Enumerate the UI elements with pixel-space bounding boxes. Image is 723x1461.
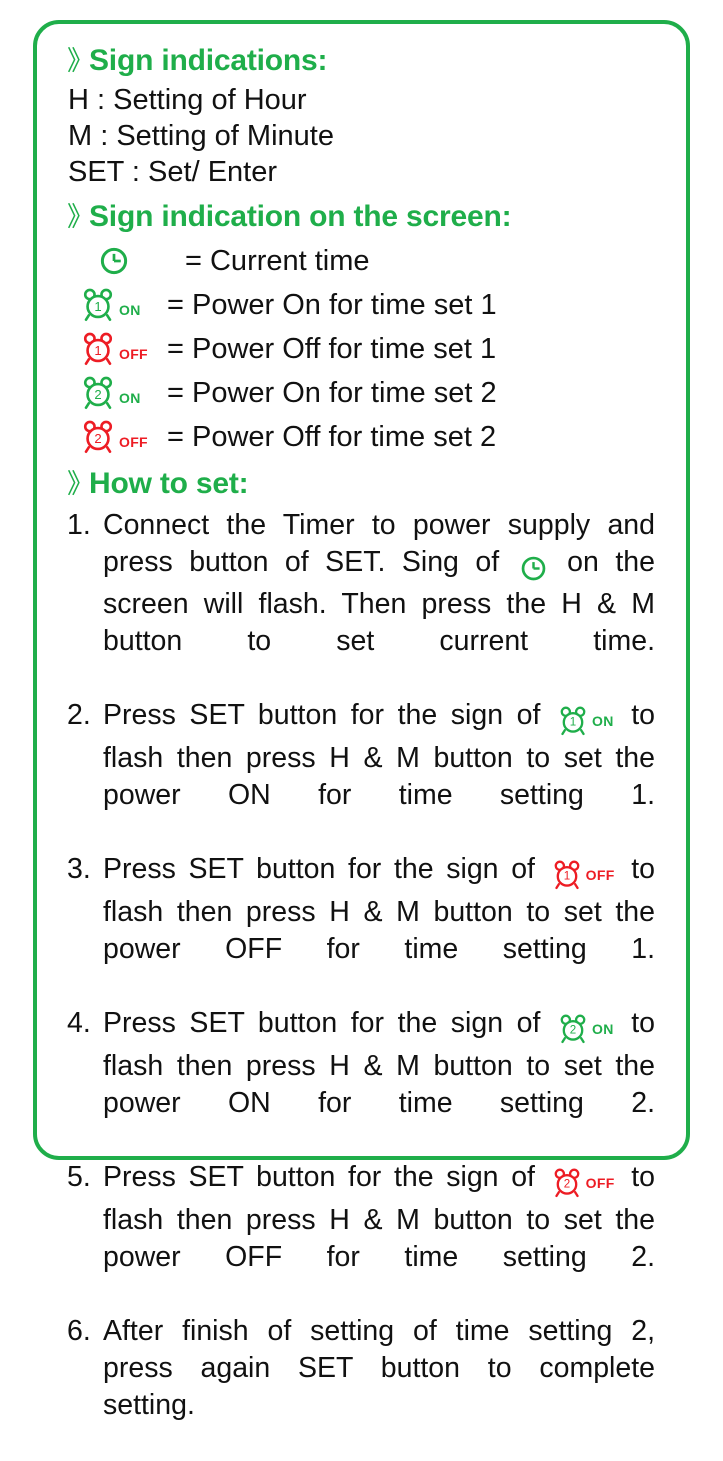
alarm-clock-icon: 2 (83, 376, 113, 409)
step-number: 5. (67, 1160, 91, 1193)
svg-text:2: 2 (563, 1179, 569, 1191)
step-item: 6. After finish of setting of time settin… (67, 1313, 655, 1461)
legend-symbol: 1 ON (81, 288, 167, 322)
power-state-badge: OFF (585, 866, 615, 883)
inline-symbol: 1 ON (558, 702, 614, 740)
alarm-clock-icon: 1 (83, 288, 113, 321)
svg-text:2: 2 (94, 431, 101, 446)
step-item: 1. Connect the Timer to power supply and … (67, 507, 655, 697)
legend-row: 2 ON = Power On for time set 2 (67, 371, 655, 415)
definition-line-set: SET : Set/ Enter (68, 156, 278, 188)
step-item: 5. Press SET button for the sign of 2 OFF … (67, 1159, 655, 1313)
clock-icon (521, 556, 545, 581)
inline-symbol: 1 OFF (552, 856, 615, 894)
definition-line-minute: M : Setting of Minute (68, 120, 334, 152)
legend-symbol (81, 246, 185, 276)
step-number: 3. (67, 852, 91, 885)
step-text: Press SET button for the sign of 1 OFF to… (103, 852, 656, 965)
power-state-badge: OFF (585, 1174, 615, 1191)
step-number: 4. (67, 1006, 91, 1039)
alarm-clock-icon: 2 (560, 1014, 586, 1044)
section-heading-label: Sign indications: (89, 44, 328, 77)
svg-text:1: 1 (94, 343, 101, 358)
legend-label: = Power Off for time set 2 (167, 421, 497, 453)
section-heading-label: Sign indication on the screen: (89, 200, 512, 233)
section-heading-label: How to set: (89, 467, 249, 500)
legend-row: 1 OFF = Power Off for time set 1 (67, 327, 655, 371)
svg-text:2: 2 (94, 387, 101, 402)
legend-row: 2 OFF = Power Off for time set 2 (67, 415, 655, 459)
inline-symbol: 2 OFF (552, 1164, 615, 1202)
inline-symbol (520, 549, 547, 586)
step-number: 1. (67, 509, 91, 541)
inline-symbol: 2 ON (558, 1010, 614, 1048)
legend-symbol: 2 ON (81, 376, 167, 410)
legend-label: = Power On for time set 1 (167, 289, 497, 321)
section-heading-sign-indications: 》 Sign indications: (67, 42, 655, 80)
legend-row: = Current time (67, 239, 655, 283)
legend-label: = Power Off for time set 1 (167, 333, 497, 365)
alarm-clock-icon: 1 (560, 707, 586, 736)
step-item: 3. Press SET button for the sign of 1 OFF … (67, 851, 655, 1005)
step-text: Press SET button for the sign of 2 OFF to… (103, 1160, 656, 1273)
legend-list: = Current time 1 ON = Power On for time set… (67, 239, 655, 459)
legend-symbol: 1 OFF (81, 332, 167, 366)
step-number: 6. (67, 1314, 91, 1347)
section-heading-sign-on-screen: 》 Sign indication on the screen: (67, 198, 655, 236)
chevron-double-right-icon: 》 (67, 202, 94, 232)
power-state-badge: ON (119, 302, 141, 318)
alarm-clock-icon: 2 (554, 1168, 580, 1198)
clock-icon (100, 247, 128, 275)
chevron-double-right-icon: 》 (67, 469, 94, 499)
step-item: 2. Press SET button for the sign of 1 ON t… (67, 697, 655, 851)
legend-label: = Current time (185, 245, 370, 277)
alarm-clock-icon: 1 (554, 860, 580, 890)
alarm-clock-icon: 1 (83, 332, 113, 365)
alarm-clock-icon: 2 (83, 420, 113, 453)
power-state-badge: ON (119, 390, 141, 406)
svg-text:1: 1 (570, 717, 576, 729)
svg-text:1: 1 (563, 871, 569, 883)
power-state-badge: ON (592, 712, 614, 729)
power-state-badge: ON (592, 1020, 614, 1037)
svg-text:1: 1 (94, 299, 101, 314)
step-text: Connect the Timer to power supply and pr… (103, 509, 655, 657)
power-state-badge: OFF (119, 346, 148, 362)
steps-list: 1. Connect the Timer to power supply and … (67, 507, 655, 1461)
card-content: 》 Sign indications: H : Setting of Hour … (67, 42, 655, 1461)
step-item: 4. Press SET button for the sign of 2 ON t… (67, 1005, 655, 1159)
power-state-badge: OFF (119, 434, 148, 450)
step-text: Press SET button for the sign of 2 ON to … (103, 1006, 656, 1119)
svg-text:2: 2 (570, 1025, 576, 1037)
step-text: After finish of setting of time setting … (103, 1314, 655, 1421)
step-number: 2. (67, 699, 91, 731)
section-heading-how-to-set: 》 How to set: (67, 465, 655, 503)
definition-line-hour: H : Setting of Hour (68, 84, 307, 116)
chevron-double-right-icon: 》 (67, 46, 94, 76)
legend-label: = Power On for time set 2 (167, 377, 497, 409)
legend-row: 1 ON = Power On for time set 1 (67, 283, 655, 327)
legend-symbol: 2 OFF (81, 420, 167, 454)
step-text: Press SET button for the sign of 1 ON to … (103, 699, 656, 811)
instruction-card: 》 Sign indications: H : Setting of Hour … (33, 20, 690, 1421)
